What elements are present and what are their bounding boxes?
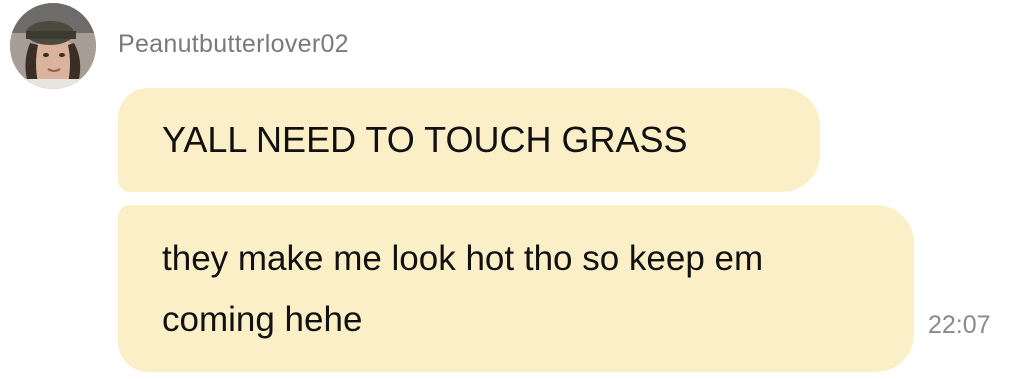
avatar-photo-icon	[10, 3, 96, 89]
message-text: they make me look hot tho so keep em com…	[162, 239, 764, 339]
message-timestamp: 22:07	[928, 311, 991, 339]
sender-username[interactable]: Peanutbutterlover02	[118, 30, 349, 59]
message-bubble[interactable]: YALL NEED TO TOUCH GRASS	[118, 88, 820, 192]
message-bubble[interactable]: they make me look hot tho so keep em com…	[118, 205, 914, 372]
message-text: YALL NEED TO TOUCH GRASS	[162, 119, 688, 160]
sender-avatar[interactable]	[10, 3, 96, 89]
